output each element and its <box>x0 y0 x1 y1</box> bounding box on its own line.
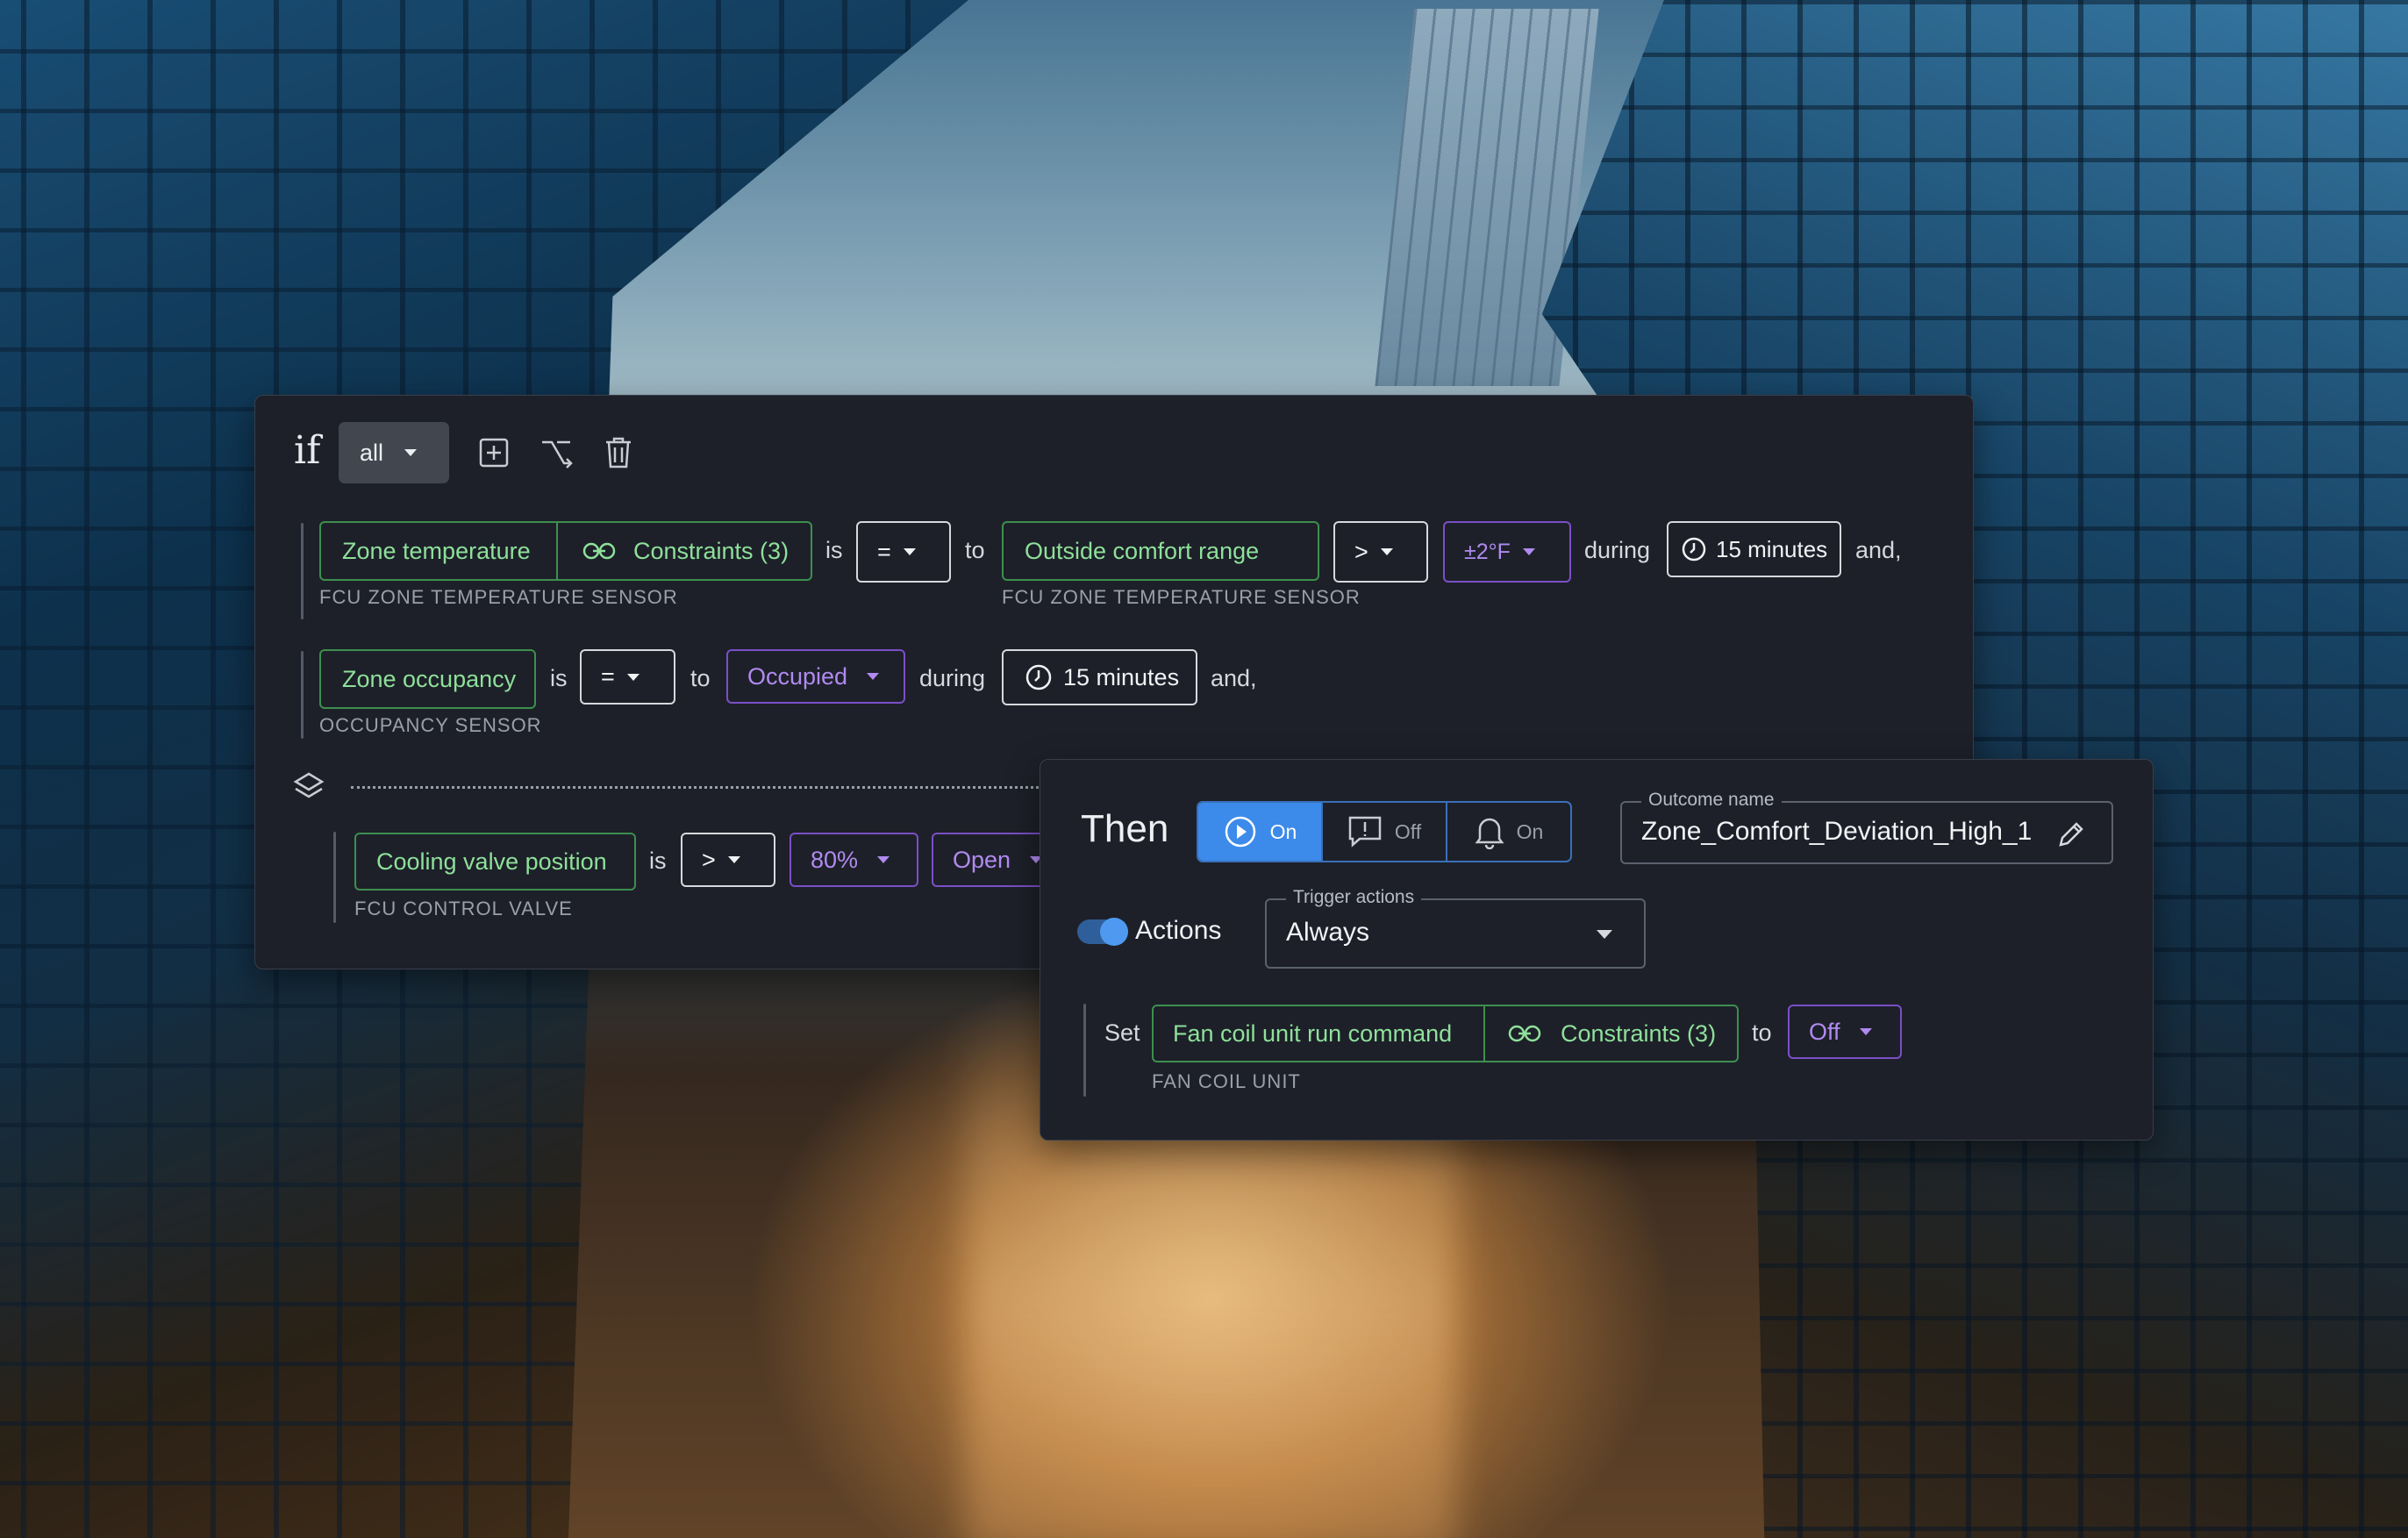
set-text: Set <box>1104 1019 1140 1046</box>
outcome-name-field[interactable]: Outcome name Zone_Comfort_Deviation_High… <box>1620 790 2113 864</box>
trigger-actions-value: Always <box>1286 918 1370 947</box>
set-value: Off <box>1809 1018 1840 1045</box>
operator-value: = <box>601 663 615 690</box>
mode-on-bell[interactable]: On <box>1446 803 1570 861</box>
link-icon <box>582 541 616 561</box>
outcome-mode-toggle[interactable]: On Off On <box>1197 801 1572 862</box>
chevron-down-icon <box>903 548 916 555</box>
mode-label: On <box>1516 819 1544 843</box>
condition-indent-bar <box>301 523 304 619</box>
play-circle-icon <box>1223 814 1258 849</box>
alert-message-icon <box>1347 815 1383 848</box>
chevron-down-icon <box>1380 548 1393 555</box>
actions-label: Actions <box>1135 916 1222 945</box>
group-divider <box>351 786 1044 789</box>
chevron-down-icon <box>1597 930 1612 939</box>
valve-state-dropdown[interactable]: Open <box>932 833 1054 887</box>
constraints-link[interactable]: Constraints (3) <box>633 538 789 565</box>
join-text: and, <box>1211 665 1257 691</box>
tolerance-dropdown[interactable]: ±2°F <box>1443 521 1571 583</box>
then-title: Then <box>1081 807 1169 850</box>
during-text: during <box>919 665 986 691</box>
target-sensor-label: FCU ZONE TEMPERATURE SENSOR <box>1002 586 1361 608</box>
occupied-dropdown[interactable]: Occupied <box>726 649 905 704</box>
chevron-down-icon <box>867 673 880 680</box>
chevron-down-icon <box>727 856 740 863</box>
mode-label: Off <box>1394 819 1422 843</box>
target-outside-comfort-range[interactable]: Outside comfort range <box>1002 521 1319 581</box>
zone-temperature-field-group[interactable]: Zone temperature Constraints (3) <box>319 521 812 581</box>
clock-icon <box>1025 663 1053 691</box>
valve-percent-value: 80% <box>811 846 859 873</box>
field-zone-temperature[interactable]: Zone temperature <box>342 538 531 565</box>
match-mode-value: all <box>360 439 384 466</box>
operator-value: = <box>877 538 891 565</box>
field-fan-coil-run-command[interactable]: Fan coil unit run command <box>1173 1020 1452 1048</box>
trash-icon[interactable] <box>601 435 636 470</box>
outcome-name-label: Outcome name <box>1641 790 1782 811</box>
field-zone-occupancy[interactable]: Zone occupancy <box>319 649 536 709</box>
trigger-actions-label: Trigger actions <box>1286 887 1422 908</box>
duration-value: 15 minutes <box>1063 663 1180 690</box>
is-text: is <box>550 665 568 691</box>
chevron-down-icon <box>877 856 890 863</box>
to-text: to <box>1752 1019 1772 1046</box>
branch-icon[interactable] <box>539 435 574 470</box>
match-mode-dropdown[interactable]: all <box>339 422 449 483</box>
field-cooling-valve-position[interactable]: Cooling valve position <box>354 833 636 891</box>
duration-value: 15 minutes <box>1716 535 1828 562</box>
compare-value: > <box>1354 538 1368 565</box>
fan-coil-unit-label: FAN COIL UNIT <box>1152 1070 1301 1092</box>
mode-label: On <box>1269 819 1297 843</box>
operator-value: > <box>702 846 716 873</box>
constraints-link[interactable]: Constraints (3) <box>1561 1020 1716 1048</box>
occupancy-sensor-label: OCCUPANCY SENSOR <box>319 714 542 736</box>
action-indent-bar <box>1083 1004 1086 1097</box>
layers-icon[interactable] <box>291 769 326 804</box>
target-value: Outside comfort range <box>1025 537 1260 564</box>
outcome-name-value[interactable]: Zone_Comfort_Deviation_High_1 <box>1641 817 2032 847</box>
chevron-down-icon <box>1522 548 1535 555</box>
zone-occupancy-label: Zone occupancy <box>342 665 517 692</box>
control-valve-label: FCU CONTROL VALVE <box>354 898 573 919</box>
chevron-down-icon <box>1859 1028 1872 1035</box>
set-value-dropdown[interactable]: Off <box>1788 1005 1902 1059</box>
is-text: is <box>825 537 843 563</box>
to-text: to <box>690 665 711 691</box>
operator-dropdown[interactable]: = <box>856 521 951 583</box>
trigger-actions-select[interactable]: Trigger actions Always <box>1265 887 1646 969</box>
mode-on-play[interactable]: On <box>1198 803 1321 861</box>
is-text: is <box>649 848 667 874</box>
mode-off-alert[interactable]: Off <box>1321 803 1446 861</box>
duration-button[interactable]: 15 minutes <box>1002 649 1197 705</box>
duration-button[interactable]: 15 minutes <box>1667 521 1841 577</box>
zone-temperature-sensor-label: FCU ZONE TEMPERATURE SENSOR <box>319 586 678 608</box>
cooling-valve-label: Cooling valve position <box>376 848 607 875</box>
group-indent-bar <box>333 832 336 923</box>
compare-dropdown[interactable]: > <box>1333 521 1428 583</box>
if-label: if <box>294 428 321 473</box>
condition-indent-bar <box>301 651 304 739</box>
bell-icon <box>1475 814 1504 849</box>
to-text: to <box>965 537 985 563</box>
actions-toggle[interactable] <box>1077 918 1128 946</box>
join-text: and, <box>1855 537 1902 563</box>
pencil-icon[interactable] <box>2055 819 2087 850</box>
operator-dropdown[interactable]: = <box>580 649 675 705</box>
during-text: during <box>1584 537 1651 563</box>
chevron-down-icon <box>404 449 418 456</box>
tolerance-value: ±2°F <box>1464 539 1511 564</box>
operator-dropdown[interactable]: > <box>681 833 775 887</box>
occupied-value: Occupied <box>747 662 848 690</box>
chevron-down-icon <box>626 673 640 681</box>
plus-square-icon[interactable] <box>476 435 511 470</box>
fan-coil-field-group[interactable]: Fan coil unit run command Constraints (3… <box>1152 1005 1739 1062</box>
valve-state-value: Open <box>953 846 1011 873</box>
clock-icon <box>1681 536 1707 562</box>
valve-percent-dropdown[interactable]: 80% <box>790 833 918 887</box>
link-icon <box>1508 1024 1541 1043</box>
